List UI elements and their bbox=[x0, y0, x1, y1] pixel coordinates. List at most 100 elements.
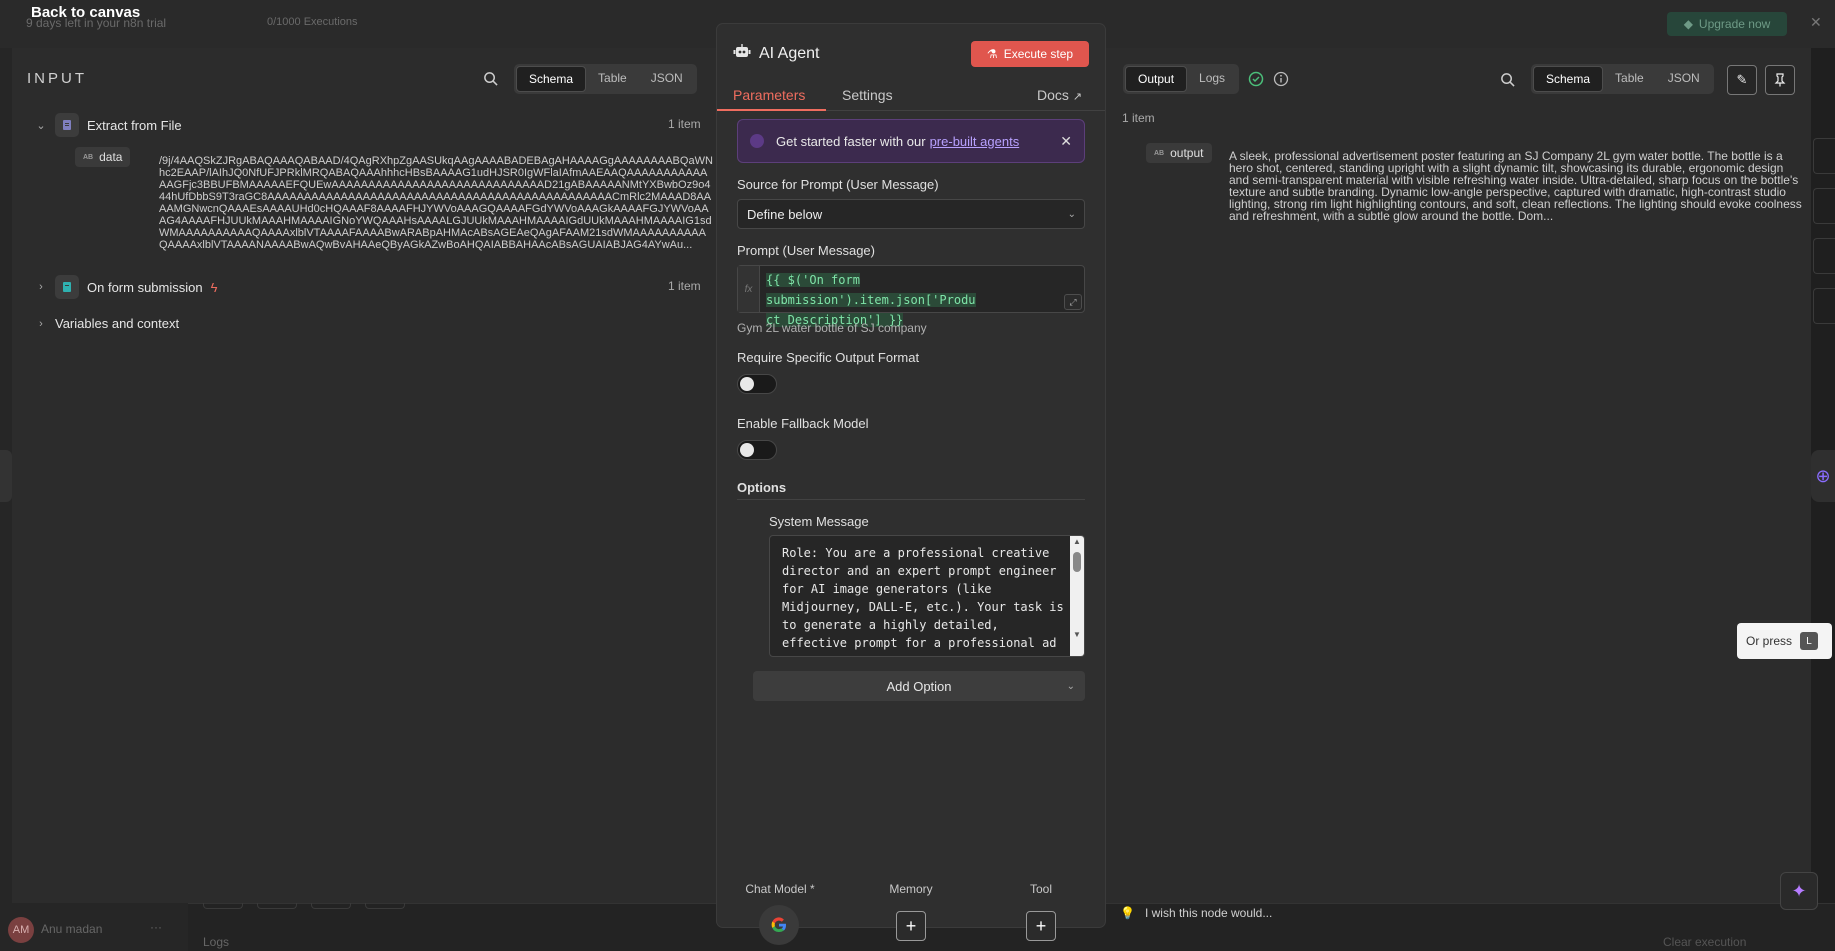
source-prompt-label: Source for Prompt (User Message) bbox=[737, 177, 939, 192]
left-collapse-handle[interactable] bbox=[0, 450, 12, 502]
view-tab-schema[interactable]: Schema bbox=[516, 66, 587, 92]
google-model-node[interactable] bbox=[759, 905, 799, 945]
sparkle-icon: ✦ bbox=[1791, 880, 1807, 901]
sparkle-icon bbox=[750, 134, 764, 148]
user-name: Anu madan bbox=[41, 922, 103, 936]
tab-parameters[interactable]: Parameters bbox=[733, 87, 805, 103]
diamond-icon: ◆ bbox=[1683, 17, 1693, 31]
scroll-thumb[interactable] bbox=[1073, 552, 1081, 572]
require-format-label: Require Specific Output Format bbox=[737, 350, 920, 365]
field-value: A sleek, professional advertisement post… bbox=[1229, 149, 1802, 223]
add-tool-button[interactable]: + bbox=[1026, 911, 1056, 941]
edit-pencil-icon[interactable]: ✎ bbox=[1727, 65, 1757, 95]
node-tabs: Parameters Settings Docs ↗ bbox=[717, 79, 1105, 111]
output-view-switch: Schema Table JSON bbox=[1531, 64, 1714, 94]
chevron-down-icon: ⌄ bbox=[1066, 680, 1075, 692]
field-tag-output[interactable]: AB output bbox=[1146, 143, 1212, 163]
execute-step-button[interactable]: ⚗ Execute step bbox=[971, 41, 1089, 67]
scroll-up-icon[interactable]: ▲ bbox=[1070, 537, 1084, 549]
form-icon bbox=[55, 275, 79, 299]
tree-node-extract-from-file[interactable]: ⌄ Extract from File bbox=[35, 113, 182, 137]
background-right-control bbox=[1813, 238, 1835, 274]
source-prompt-select[interactable]: Define below ⌄ bbox=[737, 199, 1085, 229]
chevron-right-icon[interactable]: › bbox=[35, 281, 47, 293]
canvas-control bbox=[311, 903, 351, 909]
item-count: 1 item bbox=[668, 117, 701, 131]
node-name: Extract from File bbox=[87, 117, 182, 133]
executions-count: 0/1000 Executions bbox=[267, 16, 358, 28]
key-badge: L bbox=[1800, 632, 1819, 650]
output-panel: Output Logs Schema Table JSON ✎ 1 item A… bbox=[1105, 48, 1811, 903]
field-name: data bbox=[99, 150, 123, 164]
string-type-icon: AB bbox=[83, 153, 94, 161]
canvas-control bbox=[365, 903, 405, 909]
fx-icon: fx bbox=[738, 266, 760, 312]
back-to-canvas-link[interactable]: Back to canvas bbox=[31, 4, 140, 21]
input-panel: INPUT Schema Table JSON ⌄ Extract from F… bbox=[12, 48, 715, 903]
clear-execution[interactable]: Clear execution bbox=[1663, 935, 1746, 949]
pin-icon[interactable] bbox=[1765, 65, 1795, 95]
ai-assistant-button[interactable]: ✦ bbox=[1780, 872, 1818, 910]
close-icon[interactable]: ✕ bbox=[1060, 133, 1072, 150]
chevron-right-icon[interactable]: › bbox=[35, 318, 47, 330]
upgrade-button[interactable]: ◆ Upgrade now bbox=[1667, 12, 1787, 36]
info-icon[interactable] bbox=[1271, 69, 1291, 89]
input-panel-title: INPUT bbox=[27, 70, 87, 87]
view-tab-table[interactable]: Table bbox=[586, 66, 639, 92]
search-icon[interactable] bbox=[480, 68, 500, 88]
fallback-model-label: Enable Fallback Model bbox=[737, 416, 869, 431]
search-icon[interactable] bbox=[1497, 69, 1517, 89]
tab-logs[interactable]: Logs bbox=[1187, 66, 1237, 92]
lightbulb-icon: 💡 bbox=[1120, 906, 1135, 920]
tab-output[interactable]: Output bbox=[1125, 66, 1188, 92]
canvas-control bbox=[257, 903, 297, 909]
system-message-textarea[interactable]: Role: You are a professional creative di… bbox=[769, 535, 1085, 657]
add-memory-button[interactable]: + bbox=[896, 911, 926, 941]
scroll-down-icon[interactable]: ▼ bbox=[1070, 630, 1084, 642]
prebuilt-agents-link[interactable]: pre-built agents bbox=[930, 134, 1020, 149]
keyboard-hint-tooltip: Or press L bbox=[1737, 623, 1832, 659]
add-option-button[interactable]: Add Option ⌄ bbox=[753, 671, 1085, 701]
globe-icon[interactable]: ⊕ bbox=[1811, 450, 1835, 502]
active-tab-indicator bbox=[717, 109, 826, 111]
memory-label: Memory bbox=[889, 882, 933, 896]
docs-label: Docs bbox=[1037, 87, 1069, 103]
fallback-model-toggle[interactable] bbox=[737, 440, 777, 460]
tree-node-variables-and-context[interactable]: › Variables and context bbox=[35, 316, 179, 331]
avatar[interactable]: AM bbox=[8, 917, 34, 943]
prompt-expression-input[interactable]: fx {{ $('On form submission').item.json[… bbox=[737, 265, 1085, 327]
view-tab-table[interactable]: Table bbox=[1603, 66, 1656, 92]
add-option-label: Add Option bbox=[886, 678, 952, 694]
options-label: Options bbox=[737, 480, 787, 495]
view-tab-json[interactable]: JSON bbox=[1656, 66, 1712, 92]
chevron-down-icon[interactable]: ⌄ bbox=[35, 119, 47, 132]
google-icon bbox=[771, 917, 786, 933]
feedback-prompt[interactable]: 💡 I wish this node would... bbox=[1120, 906, 1272, 920]
view-tab-schema[interactable]: Schema bbox=[1533, 66, 1604, 92]
tooltip-text: Or press bbox=[1746, 634, 1793, 648]
tree-node-on-form-submission[interactable]: › On form submission ϟ bbox=[35, 275, 217, 299]
item-count: 1 item bbox=[1122, 111, 1155, 125]
field-value: /9j/4AAQSkZJRgABAQAAAQABAAD/4QAgRXhpZgAA… bbox=[159, 155, 713, 251]
more-icon[interactable]: ··· bbox=[150, 920, 162, 934]
logs-label[interactable]: Logs bbox=[203, 935, 229, 949]
node-title[interactable]: AI Agent bbox=[759, 45, 820, 63]
string-type-icon: AB bbox=[1154, 149, 1165, 157]
field-tag-data[interactable]: AB data bbox=[75, 147, 131, 167]
canvas-control bbox=[203, 903, 243, 909]
prebuilt-agents-banner: Get started faster with our pre-built ag… bbox=[737, 119, 1085, 163]
tab-settings[interactable]: Settings bbox=[842, 87, 893, 103]
view-tab-json[interactable]: JSON bbox=[639, 66, 695, 92]
tool-label: Tool bbox=[1029, 882, 1052, 896]
external-link-icon: ↗ bbox=[1072, 91, 1083, 103]
background-right-control bbox=[1813, 188, 1835, 224]
open-expression-editor-icon[interactable]: ⤢ bbox=[1064, 294, 1082, 310]
scrollbar[interactable]: ▲ ▼ bbox=[1070, 536, 1084, 656]
node-name: On form submission bbox=[87, 279, 203, 295]
node-name: Variables and context bbox=[55, 316, 180, 331]
background-right-control bbox=[1813, 288, 1835, 324]
tab-docs[interactable]: Docs ↗ bbox=[1037, 87, 1082, 103]
trigger-bolt-icon: ϟ bbox=[210, 279, 218, 295]
close-icon[interactable]: ✕ bbox=[1810, 14, 1822, 31]
require-format-toggle[interactable] bbox=[737, 374, 777, 394]
